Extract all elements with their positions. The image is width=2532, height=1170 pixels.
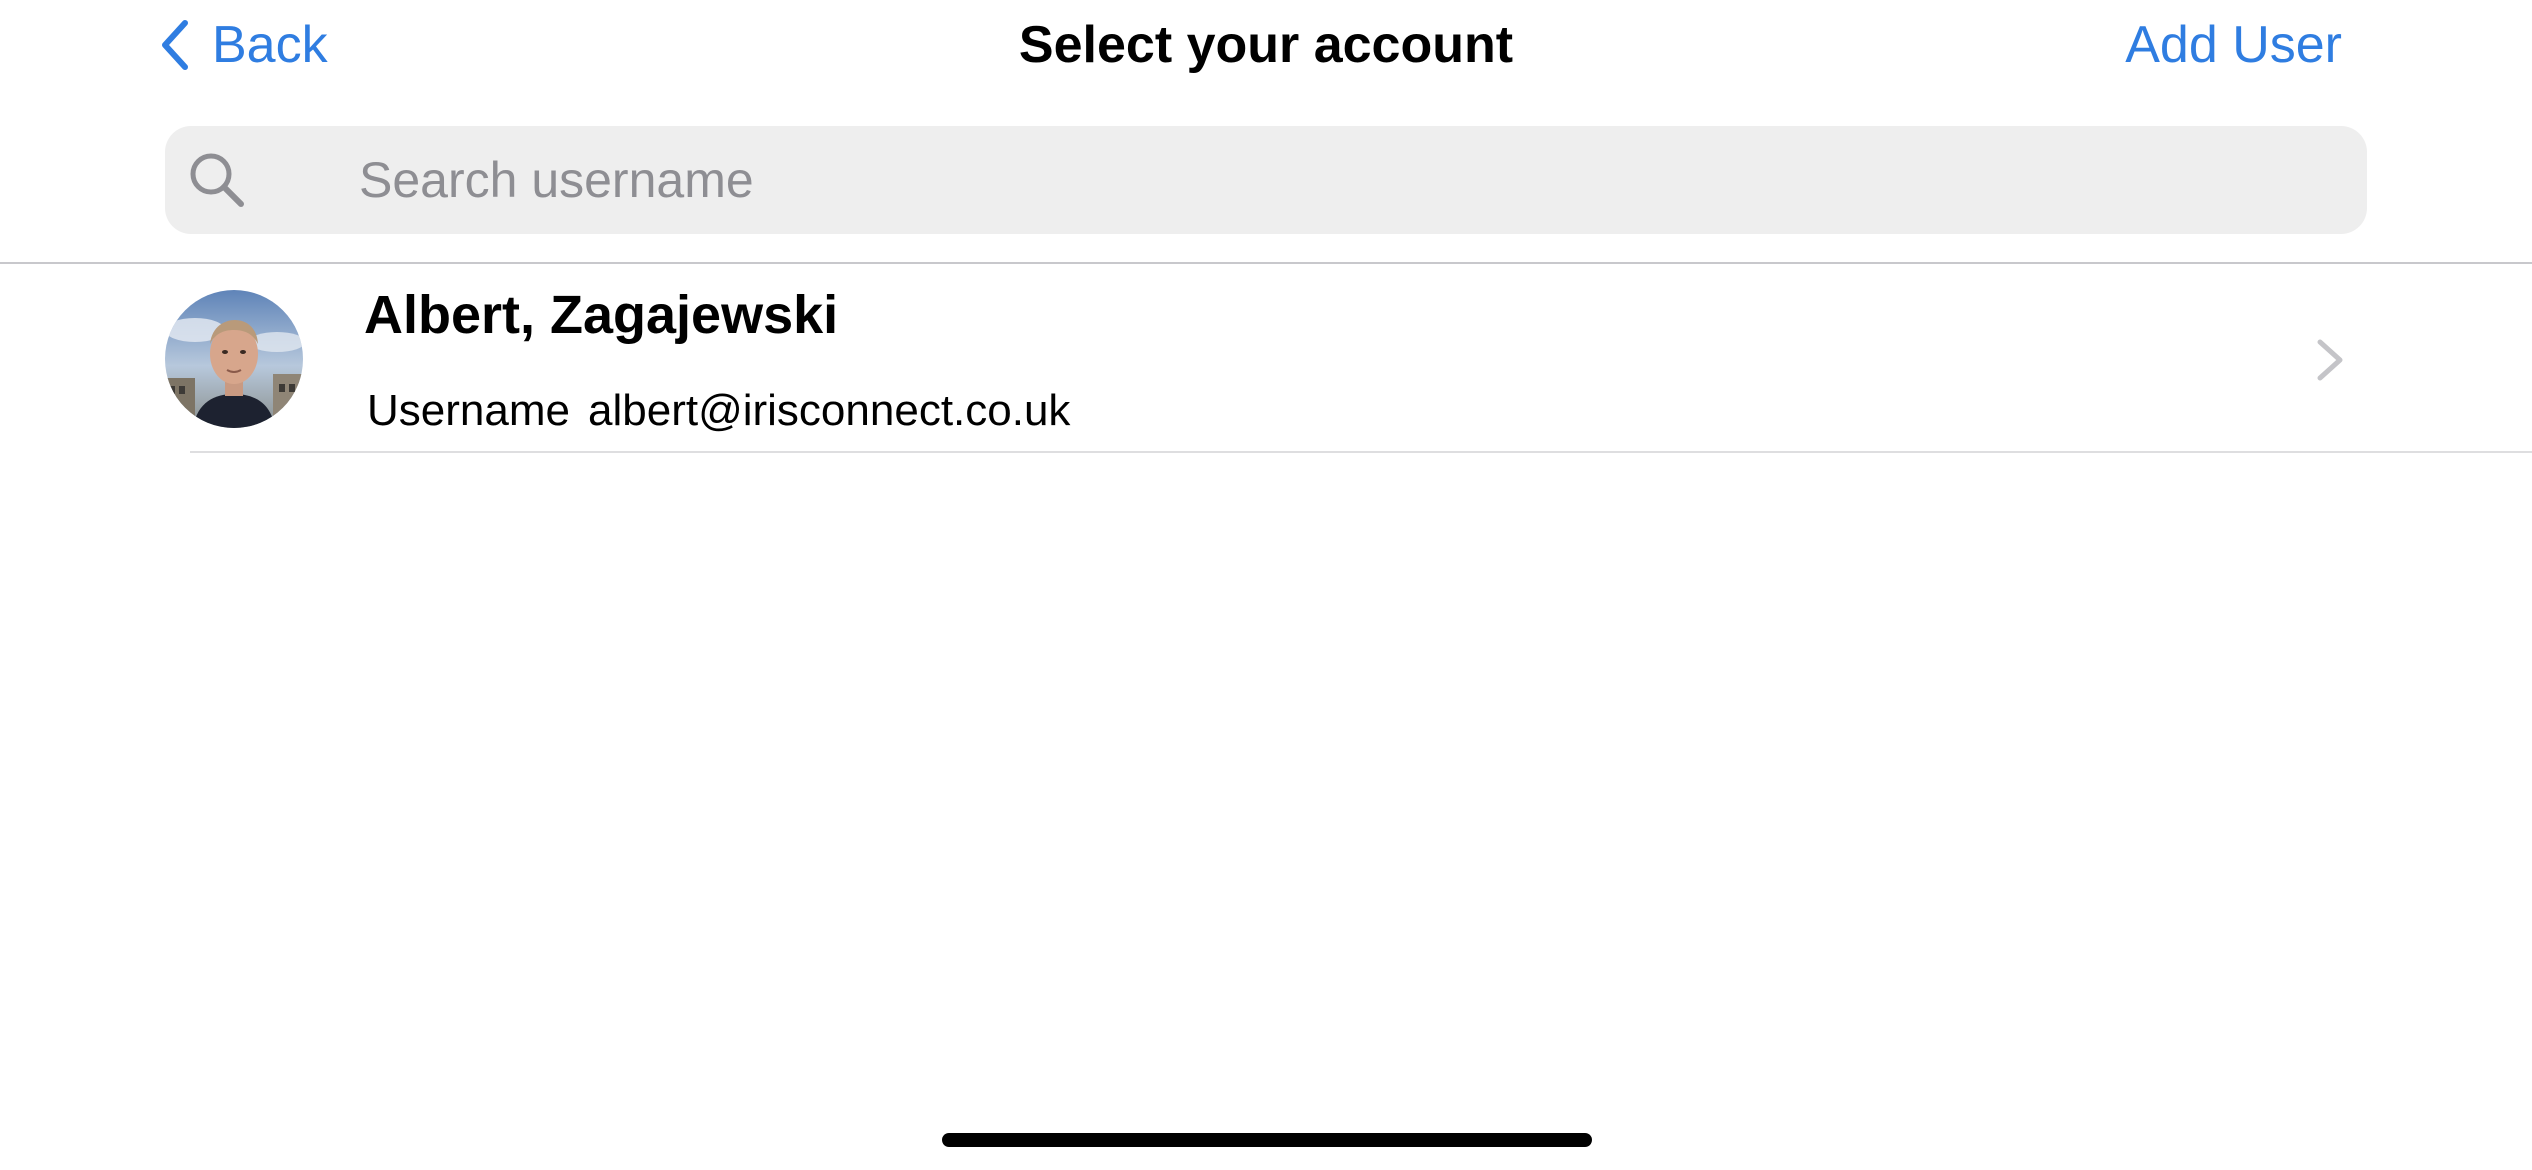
search-bar[interactable] bbox=[165, 126, 2367, 234]
chevron-right-icon bbox=[2312, 336, 2348, 384]
home-indicator bbox=[942, 1133, 1592, 1147]
search-icon bbox=[187, 150, 247, 210]
navigation-bar: Back Select your account Add User bbox=[0, 0, 2532, 100]
divider bbox=[190, 451, 2532, 453]
username-value: albert@irisconnect.co.uk bbox=[588, 386, 1071, 435]
search-input[interactable] bbox=[359, 126, 2319, 234]
account-list-item[interactable]: Albert, Zagajewski Username albert@irisc… bbox=[0, 264, 2532, 452]
username-label: Username bbox=[367, 386, 570, 435]
add-user-button[interactable]: Add User bbox=[2125, 10, 2342, 80]
avatar bbox=[165, 290, 303, 428]
account-selection-screen: Back Select your account Add User Search… bbox=[0, 0, 2532, 1170]
account-name: Albert, Zagajewski bbox=[364, 285, 839, 345]
